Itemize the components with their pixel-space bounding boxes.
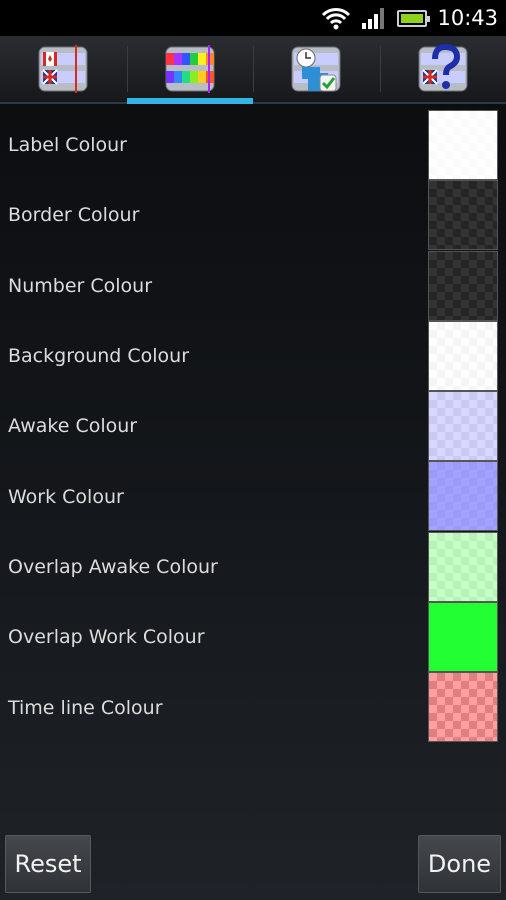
setting-label: Label Colour <box>8 134 127 157</box>
colour-swatch[interactable] <box>428 672 498 743</box>
tab-timezones[interactable] <box>0 36 127 102</box>
wifi-icon <box>322 8 351 30</box>
colour-swatch[interactable] <box>428 461 498 532</box>
status-icons: 10:43 <box>321 0 498 36</box>
status-bar: 10:43 <box>0 0 506 36</box>
timezone-clock-icon <box>38 45 88 93</box>
setting-label-colour[interactable]: Label Colour <box>0 110 506 180</box>
swatch-fill <box>429 251 497 320</box>
colour-swatch[interactable] <box>428 110 498 180</box>
swatch-fill <box>429 111 497 179</box>
swatch-fill <box>429 673 497 742</box>
setting-label: Border Colour <box>8 204 140 227</box>
swatch-fill <box>429 462 497 531</box>
swatch-fill <box>429 532 497 601</box>
colour-palette-icon <box>165 45 215 93</box>
swatch-fill <box>429 321 497 390</box>
setting-label: Overlap Awake Colour <box>8 555 218 578</box>
colour-swatch[interactable] <box>428 602 498 673</box>
swatch-fill <box>429 392 497 461</box>
colour-swatch[interactable] <box>428 391 498 462</box>
setting-border-colour[interactable]: Border Colour <box>0 180 506 251</box>
tab-colours[interactable] <box>126 36 254 104</box>
battery-icon <box>397 9 431 27</box>
setting-label: Overlap Work Colour <box>8 626 205 649</box>
setting-time-line-colour[interactable]: Time line Colour <box>0 672 506 743</box>
help-icon <box>418 43 468 92</box>
swatch-fill <box>429 603 497 672</box>
setting-label: Background Colour <box>8 345 190 368</box>
setting-awake-colour[interactable]: Awake Colour <box>0 391 506 462</box>
colour-swatch[interactable] <box>428 320 498 391</box>
setting-label: Time line Colour <box>8 696 163 719</box>
battery-level <box>401 13 424 23</box>
tab-help[interactable] <box>379 36 506 102</box>
tab-bar <box>0 36 506 104</box>
setting-background-colour[interactable]: Background Colour <box>0 320 506 391</box>
setting-label: Number Colour <box>8 274 153 297</box>
setting-overlap-awake-colour[interactable]: Overlap Awake Colour <box>0 531 506 602</box>
status-time: 10:43 <box>437 6 498 30</box>
done-button[interactable]: Done <box>418 835 501 893</box>
setting-overlap-work-colour[interactable]: Overlap Work Colour <box>0 602 506 673</box>
colour-swatch[interactable] <box>428 180 498 251</box>
colour-swatch[interactable] <box>428 531 498 602</box>
setting-work-colour[interactable]: Work Colour <box>0 461 506 532</box>
colour-swatch[interactable] <box>428 250 498 321</box>
alarm-settings-icon <box>291 46 341 92</box>
setting-label: Awake Colour <box>8 415 138 438</box>
colour-settings-list: Label Colour Border Colour Number Colour… <box>0 110 506 743</box>
reset-button[interactable]: Reset <box>5 835 91 893</box>
swatch-fill <box>429 181 497 250</box>
setting-number-colour[interactable]: Number Colour <box>0 250 506 321</box>
tab-alarms[interactable] <box>253 36 380 102</box>
setting-label: Work Colour <box>8 485 124 508</box>
signal-icon <box>362 8 385 29</box>
